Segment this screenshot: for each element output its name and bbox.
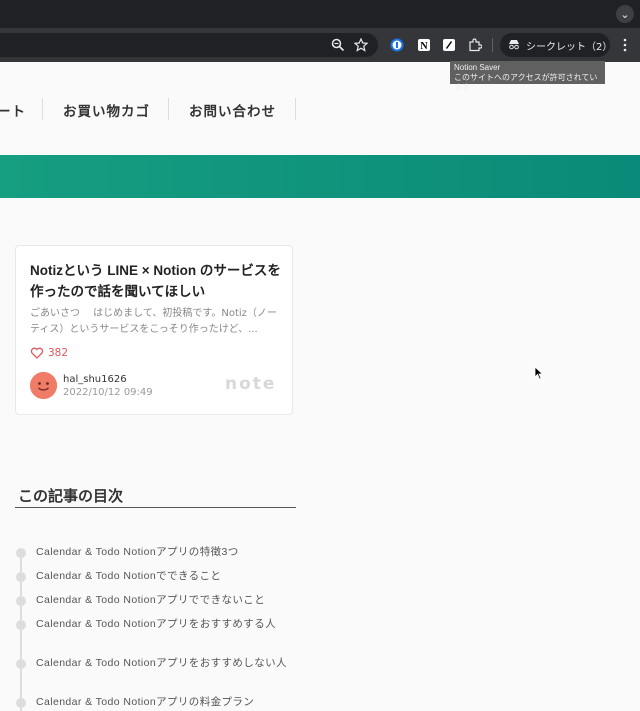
toc-bullet (16, 698, 26, 708)
notion-saver-extension-icon[interactable] (441, 37, 457, 53)
nav-item-contact[interactable]: お問い合わせ (189, 100, 276, 120)
toc-divider (15, 507, 296, 508)
toc-bullet (16, 596, 26, 606)
extensions-puzzle-icon[interactable] (467, 37, 483, 53)
toc-item-label[interactable]: Calendar & Todo Notionでできること (36, 569, 298, 584)
note-logo: note (225, 374, 277, 394)
toc-bullet (16, 548, 26, 558)
nav-divider (168, 98, 169, 120)
nav-item-partial[interactable]: ート (0, 100, 26, 120)
toc-bullet (16, 572, 26, 582)
toolbar-separator (492, 38, 493, 52)
kebab-menu-icon[interactable] (617, 37, 633, 53)
toc-bullet (16, 659, 26, 669)
nav-divider (295, 98, 296, 120)
toc-item-label[interactable]: Calendar & Todo Notionアプリの特徴3つ (36, 545, 298, 560)
notion-extension-icon[interactable]: N (416, 37, 432, 53)
card-excerpt: ごあいさつ はじめまして、初投稿です。Notiz（ノーティス）というサービスをこ… (30, 308, 277, 335)
tab-search-chevron-icon[interactable]: ⌄ (616, 5, 634, 23)
mouse-pointer-icon (534, 365, 544, 384)
post-date: 2022/10/12 09:49 (63, 387, 153, 398)
likes-count: 382 (30, 346, 68, 360)
password-manager-extension-icon[interactable] (389, 37, 405, 53)
incognito-label: シークレット（2） (526, 41, 613, 53)
toc-item-label[interactable]: Calendar & Todo Notionアプリでできないこと (36, 593, 298, 608)
incognito-icon (508, 38, 520, 53)
site-nav: ート お買い物カゴ お問い合わせ (0, 92, 640, 128)
zoom-icon[interactable] (330, 37, 346, 53)
tooltip-title: Notion Saver (454, 63, 501, 72)
address-bar[interactable] (0, 33, 378, 57)
toc-item-label[interactable]: Calendar & Todo Notionアプリをおすすめする人 (36, 617, 298, 632)
heart-icon (30, 347, 44, 359)
nav-divider (42, 98, 43, 120)
author-name[interactable]: hal_shu1626 (63, 374, 127, 385)
toc-item-label[interactable]: Calendar & Todo Notionアプリの料金プラン (36, 695, 298, 710)
incognito-indicator[interactable]: シークレット（2） (500, 33, 613, 57)
svg-text:N: N (420, 41, 428, 52)
toc-item-label[interactable]: Calendar & Todo Notionアプリをおすすめしない人 (36, 656, 298, 671)
tab-strip (0, 0, 640, 28)
tooltip-body: このサイトへのアクセスが許可されています (454, 73, 598, 92)
likes-number: 382 (48, 347, 69, 359)
nav-item-cart[interactable]: お買い物カゴ (63, 100, 150, 120)
note-embed-card[interactable]: Notizという LINE × Notion のサービスを作ったので話を聞いてほ… (15, 245, 293, 415)
bookmark-star-icon[interactable] (353, 37, 369, 53)
toc-bullet (16, 620, 26, 630)
card-title[interactable]: Notizという LINE × Notion のサービスを作ったので話を聞いてほ… (30, 260, 282, 302)
toc-heading: この記事の目次 (18, 487, 124, 505)
avatar[interactable] (30, 372, 57, 399)
hero-banner (0, 155, 640, 198)
extension-tooltip: Notion Saver このサイトへのアクセスが許可されています (450, 61, 605, 92)
